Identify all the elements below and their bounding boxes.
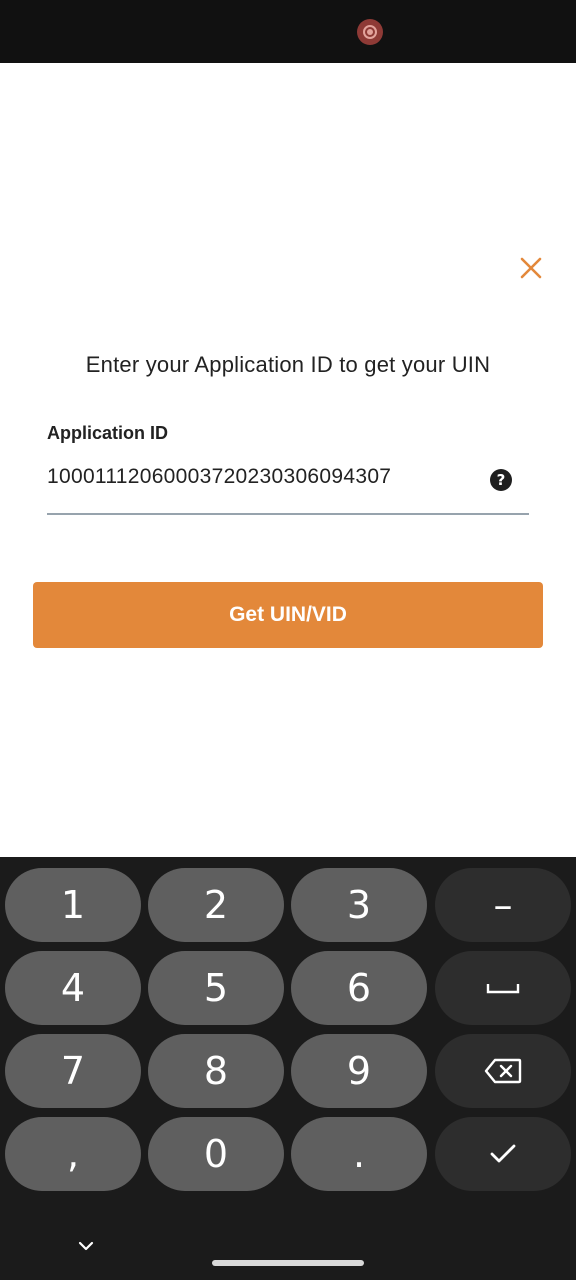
status-bar [0,0,576,63]
checkmark-icon [490,1144,516,1163]
key-8[interactable]: 8 [148,1034,284,1108]
backspace-icon [484,1058,522,1084]
key-7[interactable]: 7 [5,1034,141,1108]
space-icon [486,984,520,994]
input-underline [47,513,529,515]
key-backspace[interactable] [435,1034,571,1108]
key-6[interactable]: 6 [291,951,427,1025]
key-5[interactable]: 5 [148,951,284,1025]
key-3[interactable]: 3 [291,868,427,942]
close-button[interactable] [514,251,548,285]
application-id-label: Application ID [47,423,168,443]
key-minus[interactable]: – [435,868,571,942]
get-uin-vid-button[interactable]: Get UIN/VID [33,582,543,648]
page-prompt: Enter your Application ID to get your UI… [85,352,491,377]
key-comma[interactable]: , [5,1117,141,1191]
key-period[interactable]: . [291,1117,427,1191]
screen-record-icon [357,19,383,45]
home-indicator[interactable] [212,1260,364,1266]
key-space[interactable] [435,951,571,1025]
application-id-input[interactable] [47,462,477,492]
close-icon [520,257,542,279]
key-done[interactable] [435,1117,571,1191]
key-1[interactable]: 1 [5,868,141,942]
key-9[interactable]: 9 [291,1034,427,1108]
help-icon[interactable]: ? [490,469,512,491]
chevron-down-icon [78,1241,94,1251]
key-2[interactable]: 2 [148,868,284,942]
key-0[interactable]: 0 [148,1117,284,1191]
hide-keyboard-button[interactable] [74,1236,98,1256]
key-4[interactable]: 4 [5,951,141,1025]
